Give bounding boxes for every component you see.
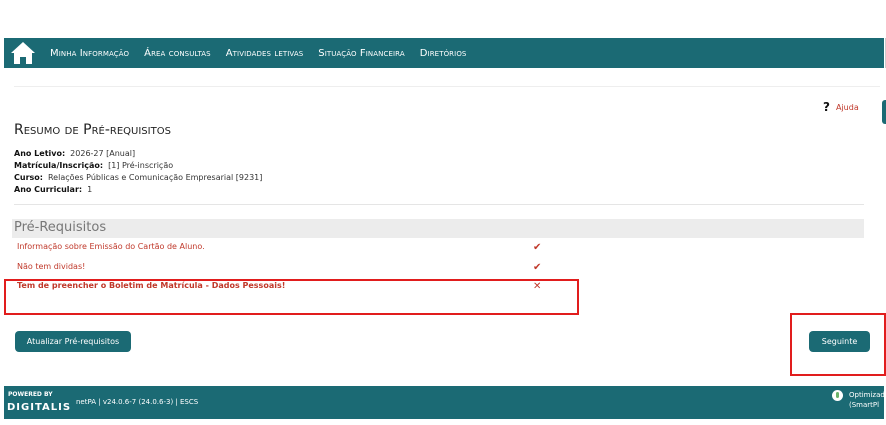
info-ano-curricular: Ano Curricular: 1	[14, 185, 92, 194]
optimized-line: (SmartPl	[849, 401, 880, 409]
header-divider	[14, 86, 880, 87]
help-icon: ?	[823, 100, 830, 114]
version-text: netPA | v24.0.6-7 (24.0.6-3) | ESCS	[76, 398, 199, 406]
optimized-text: Optimizad (SmartPl	[849, 390, 885, 410]
nav-item-situacao-financeira[interactable]: Situação Financeira	[318, 48, 404, 59]
top-nav-bar: Minha Informação Área consultas Atividad…	[4, 38, 884, 68]
optimized-line: Optimizad	[849, 391, 885, 399]
info-label: Matrícula/Inscrição:	[14, 161, 104, 170]
info-ano-letivo: Ano Letivo: 2026-27 [Anual]	[14, 149, 135, 158]
info-matricula: Matrícula/Inscrição: [1] Pré-inscrição	[14, 161, 173, 170]
highlight-box	[4, 279, 579, 315]
nav-item-area-consultas[interactable]: Área consultas	[144, 48, 211, 59]
prereq-item[interactable]: Não tem dividas!	[17, 262, 85, 271]
help-link[interactable]: ? Ajuda	[823, 100, 859, 114]
main-menu: Minha Informação Área consultas Atividad…	[50, 38, 481, 68]
prereq-section-header: Pré-Requisitos	[12, 219, 864, 238]
info-curso: Curso: Relações Públicas e Comunicação Em…	[14, 173, 262, 182]
help-label: Ajuda	[835, 102, 859, 112]
optimized-icon	[832, 390, 843, 401]
page-title: Resumo de Pré-requisitos	[14, 122, 171, 138]
nav-item-diretorios[interactable]: Diretórios	[420, 48, 467, 59]
footer: POWERED BY DIGITALIS netPA | v24.0.6-7 (…	[4, 386, 885, 419]
side-panel-tab[interactable]	[882, 100, 886, 124]
info-label: Ano Curricular:	[14, 185, 83, 194]
brand-logo: DIGITALIS	[7, 402, 72, 413]
nav-item-atividades-letivas[interactable]: Atividades letivas	[226, 48, 304, 59]
nav-item-minha-informacao[interactable]: Minha Informação	[50, 48, 129, 59]
info-value: [1] Pré-inscrição	[108, 161, 174, 170]
info-value: 2026-27 [Anual]	[70, 149, 136, 158]
update-prereqs-button[interactable]: Atualizar Pré-requisitos	[15, 331, 131, 352]
section-title: Pré-Requisitos	[14, 220, 107, 235]
check-icon: ✔	[533, 242, 542, 253]
info-label: Ano Letivo:	[14, 149, 66, 158]
check-icon: ✔	[533, 262, 542, 273]
info-value: Relações Públicas e Comunicação Empresar…	[47, 173, 263, 182]
info-value: 1	[87, 185, 93, 194]
section-divider	[14, 204, 864, 205]
next-button[interactable]: Seguinte	[809, 331, 870, 352]
powered-by: POWERED BY	[8, 391, 53, 398]
home-icon[interactable]	[10, 41, 36, 65]
info-label: Curso:	[14, 173, 43, 182]
prereq-item[interactable]: Informação sobre Emissão do Cartão de Al…	[17, 242, 205, 251]
